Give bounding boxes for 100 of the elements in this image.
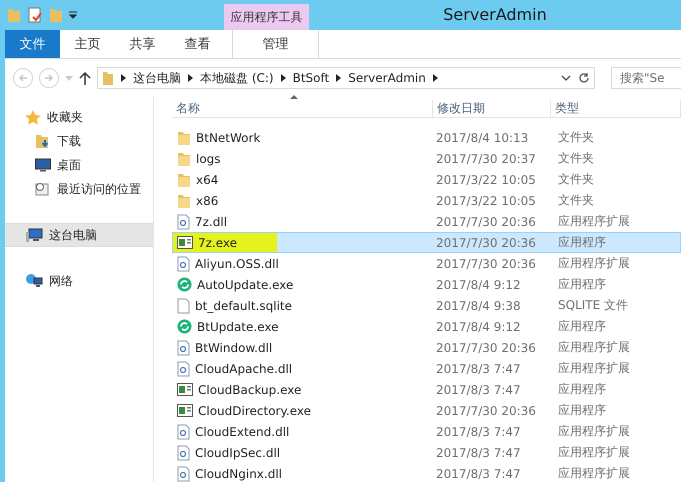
sidebar-item[interactable]: 桌面: [5, 153, 153, 177]
chevron-down-icon[interactable]: [561, 75, 571, 81]
star-icon: [25, 110, 41, 124]
file-name: 7z.exe: [198, 236, 238, 250]
chevron-right-icon[interactable]: [121, 74, 126, 82]
file-type: SQLITE 文件: [557, 297, 630, 314]
refresh-icon: [177, 319, 192, 334]
file-row[interactable]: 7z.exe 2017/7/30 20:36 应用程序: [172, 232, 681, 253]
breadcrumb[interactable]: ServerAdmin: [348, 71, 426, 85]
column-header[interactable]: 修改日期: [433, 100, 551, 117]
modified-date: 2017/8/3 7:47: [435, 362, 522, 376]
file-type: 应用程序: [557, 276, 607, 293]
file-name: CloudApache.dll: [195, 362, 292, 376]
file-type: 应用程序: [557, 381, 607, 398]
sidebar-item[interactable]: 网络: [5, 269, 153, 293]
application-icon: [177, 404, 193, 417]
file-row[interactable]: CloudIpSec.dll 2017/8/3 7:47 应用程序扩展: [172, 442, 681, 463]
modified-date: 2017/8/4 9:12: [435, 278, 522, 292]
file-type: 应用程序扩展: [557, 423, 631, 440]
file-type: 应用程序扩展: [557, 255, 631, 272]
file-row[interactable]: bt_default.sqlite 2017/8/4 9:38 SQLITE 文件: [172, 295, 681, 316]
breadcrumb[interactable]: 这台电脑: [133, 70, 181, 86]
file-type: 应用程序扩展: [557, 444, 631, 461]
address-bar[interactable]: 这台电脑 本地磁盘 (C:) BtSoft ServerAdmin: [97, 67, 595, 89]
column-header[interactable]: 类型: [551, 100, 681, 117]
modified-date: 2017/7/30 20:36: [435, 404, 537, 418]
folder-icon: [177, 130, 191, 146]
file-row[interactable]: CloudNginx.dll 2017/8/3 7:47 应用程序扩展: [172, 463, 681, 482]
dropdown-icon[interactable]: [69, 11, 77, 19]
dll-file-icon: [177, 256, 190, 272]
file-row[interactable]: BtUpdate.exe 2017/8/4 9:12 应用程序: [172, 316, 681, 337]
file-type: 应用程序: [557, 402, 607, 419]
file-row[interactable]: BtWindow.dll 2017/7/30 20:36 应用程序扩展: [172, 337, 681, 358]
breadcrumb[interactable]: BtSoft: [292, 71, 330, 85]
file-name: x86: [196, 194, 218, 208]
file-name: BtWindow.dll: [195, 340, 272, 354]
modified-date: 2017/8/3 7:47: [435, 424, 522, 438]
recent-places-icon: [35, 181, 51, 197]
file-row[interactable]: 7z.dll 2017/7/30 20:36 应用程序扩展: [172, 211, 681, 232]
modified-date: 2017/7/30 20:37: [435, 152, 537, 166]
folder-icon: [177, 192, 191, 208]
up-arrow-icon[interactable]: [79, 71, 91, 85]
chevron-right-icon[interactable]: [432, 74, 438, 82]
folder-icon: [177, 150, 191, 166]
dll-file-icon: [177, 360, 190, 376]
modified-date: 2017/8/3 7:47: [435, 446, 522, 460]
file-row[interactable]: BtNetWork 2017/8/4 10:13 文件夹: [172, 127, 681, 148]
context-tab-group: 应用程序工具: [224, 4, 309, 30]
modified-date: 2017/7/30 20:36: [435, 256, 537, 270]
file-type: 应用程序扩展: [557, 465, 631, 482]
chevron-right-icon[interactable]: [280, 74, 286, 82]
file-type: 应用程序扩展: [557, 360, 631, 377]
file-name: CloudExtend.dll: [195, 424, 290, 438]
modified-date: 2017/7/30 20:36: [435, 340, 537, 354]
file-row[interactable]: Aliyun.OSS.dll 2017/7/30 20:36 应用程序扩展: [172, 253, 681, 274]
modified-date: 2017/8/3 7:47: [435, 466, 522, 480]
breadcrumb[interactable]: 本地磁盘 (C:): [200, 70, 274, 86]
ribbon-tab[interactable]: 文件: [5, 30, 60, 58]
dll-file-icon: [177, 340, 190, 356]
file-name: CloudDirectory.exe: [198, 404, 311, 418]
sidebar-item[interactable]: 收藏夹: [5, 105, 153, 129]
ribbon-tab[interactable]: 管理: [232, 30, 319, 58]
properties-icon[interactable]: [27, 7, 43, 23]
file-row[interactable]: x64 2017/3/22 10:05 文件夹: [172, 169, 681, 190]
file-name: bt_default.sqlite: [195, 298, 292, 312]
file-row[interactable]: CloudExtend.dll 2017/8/3 7:47 应用程序扩展: [172, 421, 681, 442]
file-name: x64: [196, 172, 218, 186]
file-name: CloudNginx.dll: [195, 466, 282, 480]
search-field[interactable]: 搜索"Se: [611, 67, 681, 89]
network-icon: [25, 273, 43, 289]
file-row[interactable]: CloudDirectory.exe 2017/7/30 20:36 应用程序: [172, 400, 681, 421]
refresh-icon: [177, 277, 192, 292]
file-type: 应用程序: [557, 234, 607, 251]
file-name: CloudIpSec.dll: [195, 446, 280, 460]
file-row[interactable]: AutoUpdate.exe 2017/8/4 9:12 应用程序: [172, 274, 681, 295]
sidebar-item[interactable]: 下载: [5, 129, 153, 153]
file-row[interactable]: CloudApache.dll 2017/8/3 7:47 应用程序扩展: [172, 358, 681, 379]
file-type: 文件夹: [557, 150, 595, 167]
chevron-right-icon[interactable]: [188, 74, 193, 82]
file-row[interactable]: CloudBackup.exe 2017/8/3 7:47 应用程序: [172, 379, 681, 400]
file-row[interactable]: logs 2017/7/30 20:37 文件夹: [172, 148, 681, 169]
file-icon: [177, 298, 190, 314]
modified-date: 2017/7/30 20:36: [435, 214, 537, 228]
modified-date: 2017/3/22 10:05: [435, 172, 537, 186]
file-name: logs: [196, 152, 221, 166]
file-name: Aliyun.OSS.dll: [195, 256, 279, 270]
modified-date: 2017/8/3 7:47: [435, 382, 522, 396]
refresh-icon[interactable]: [578, 72, 590, 84]
sidebar-item[interactable]: 这台电脑: [5, 223, 153, 247]
column-header[interactable]: 名称: [172, 100, 433, 117]
modified-date: 2017/8/4 10:13: [435, 130, 530, 144]
file-row[interactable]: x86 2017/3/22 10:05 文件夹: [172, 190, 681, 211]
file-name: 7z.dll: [195, 214, 228, 228]
sidebar-item[interactable]: 最近访问的位置: [5, 177, 153, 201]
application-icon: [177, 236, 193, 249]
arrow-left-icon: [18, 73, 28, 83]
file-type: 应用程序: [557, 318, 607, 335]
download-folder-icon: [35, 133, 51, 149]
file-name: AutoUpdate.exe: [197, 278, 294, 292]
chevron-right-icon[interactable]: [336, 74, 342, 82]
